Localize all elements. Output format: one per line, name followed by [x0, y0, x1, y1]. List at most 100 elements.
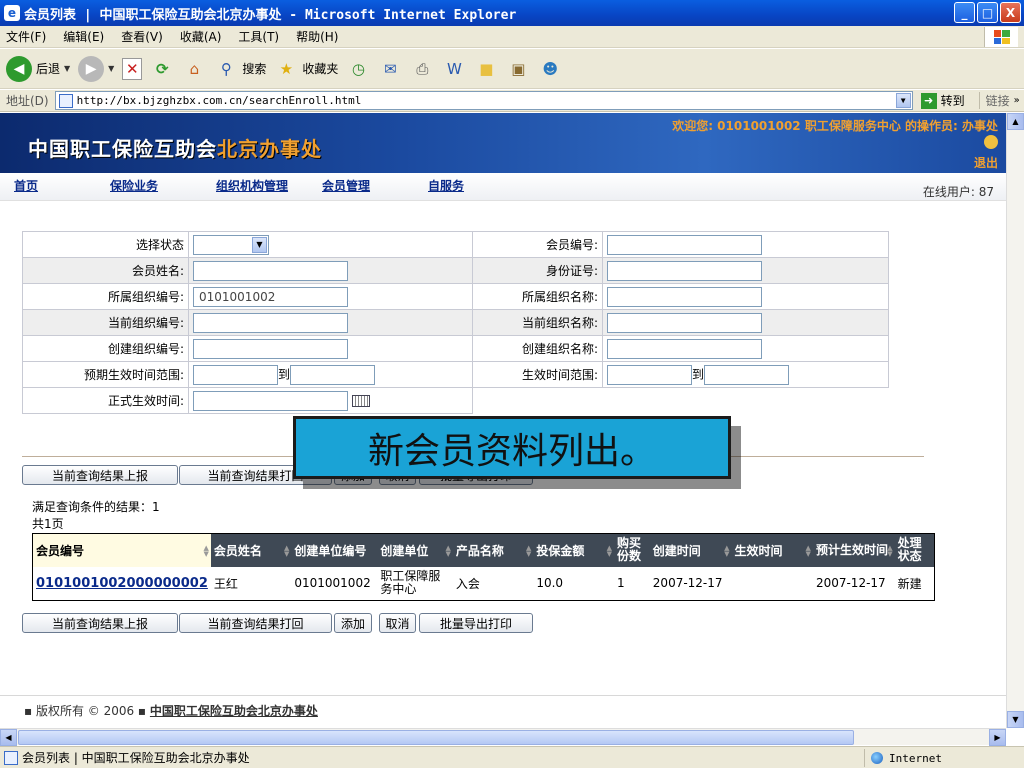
go-arrow-icon: ➜ — [920, 92, 937, 109]
report-button-top[interactable]: 当前查询结果上报 — [22, 465, 178, 485]
report-button[interactable]: 当前查询结果上报 — [22, 613, 178, 633]
edit-icon[interactable]: W — [442, 57, 466, 81]
member-no-input[interactable] — [607, 234, 762, 255]
footer-org-link[interactable]: 中国职工保险互助会北京办事处 — [150, 704, 318, 718]
refresh-icon[interactable]: ⟳ — [150, 57, 174, 81]
note-icon[interactable]: ■ — [474, 57, 498, 81]
cur-org-no-input[interactable] — [193, 312, 348, 333]
menu-tools[interactable]: 工具(T) — [238, 28, 279, 45]
go-button[interactable]: ➜ 转到 — [920, 92, 965, 109]
cur-org-name-input[interactable] — [607, 312, 762, 333]
scroll-left-icon[interactable]: ◀ — [0, 729, 17, 746]
logout-link[interactable]: 退出 — [974, 135, 998, 171]
messenger-icon[interactable]: ☻ — [538, 57, 562, 81]
scroll-up-icon[interactable]: ▲ — [1007, 113, 1024, 130]
col-create-unit[interactable]: 创建单位 ▲ ▼ — [377, 533, 453, 567]
minimize-button[interactable]: _ — [954, 2, 975, 23]
col-amount[interactable]: 投保金额 ▲ ▼ — [533, 533, 614, 567]
chevron-down-icon[interactable]: ▼ — [895, 93, 911, 108]
member-name-label: 会员姓名: — [22, 257, 189, 284]
add-button[interactable]: 添加 — [334, 613, 372, 633]
print-icon[interactable]: ⎙ — [410, 57, 434, 81]
scroll-thumb[interactable] — [18, 730, 854, 745]
menu-file[interactable]: 文件(F) — [6, 28, 46, 45]
col-create-time[interactable]: 创建时间 ▲ ▼ — [649, 533, 732, 567]
address-input[interactable]: http://bx.bjzghzbx.com.cn/searchEnroll.h… — [54, 91, 913, 110]
close-button[interactable]: X — [1000, 2, 1021, 23]
nav-member-management[interactable]: 会员管理 — [322, 177, 370, 194]
back-button[interactable]: ◀ 后退 ▼ — [6, 55, 70, 82]
maximize-button[interactable]: □ — [977, 2, 998, 23]
menu-favorites[interactable]: 收藏(A) — [180, 28, 222, 45]
chevron-down-icon[interactable]: ▼ — [108, 64, 114, 73]
chevron-down-icon: ▼ — [252, 236, 267, 253]
create-org-no-input[interactable] — [193, 338, 348, 359]
org-name-input[interactable] — [607, 286, 762, 307]
expect-from-input[interactable] — [193, 364, 278, 385]
col-product-name[interactable]: 产品名称 ▲ ▼ — [452, 533, 534, 567]
scroll-right-icon[interactable]: ▶ — [989, 729, 1006, 746]
effect-to-input[interactable] — [704, 364, 790, 385]
col-label: 会员编号 — [36, 543, 85, 558]
table-row[interactable]: 0101001002000000002 王红 0101001002 职工保障服务… — [33, 567, 935, 601]
menu-view[interactable]: 查看(V) — [121, 28, 163, 45]
cancel-button[interactable]: 取消 — [379, 613, 416, 633]
status-select[interactable]: ▼ — [193, 234, 269, 255]
nav-self-service[interactable]: 自服务 — [428, 177, 464, 194]
mail-icon[interactable]: ✉ — [378, 57, 402, 81]
cell-create-time: 2007-12-17 — [652, 576, 723, 591]
formal-time-input[interactable] — [193, 390, 348, 411]
page-icon — [58, 93, 73, 108]
table-header-row: 会员编号 ▲ ▼ 会员姓名 ▲ ▼ 创建单位编号 创建单位 ▲ ▼ 产品名称 ▲ ▼ 投保金额 ▲… — [32, 533, 935, 567]
stop-icon[interactable]: ✕ — [122, 57, 143, 80]
col-status[interactable]: 处理状态 — [894, 533, 935, 567]
vertical-scrollbar[interactable]: ▲ ▼ — [1006, 113, 1024, 728]
window-title: 会员列表 | 中国职工保险互助会北京办事处 - Microsoft Intern… — [24, 7, 517, 23]
main-nav: 首页 保险业务 组织机构管理 会员管理 自服务 在线用户: 87 — [0, 173, 1006, 201]
menu-help[interactable]: 帮助(H) — [296, 28, 338, 45]
forward-arrow-icon: ▶ — [78, 55, 105, 82]
logout-label: 退出 — [973, 156, 998, 170]
id-card-input[interactable] — [607, 260, 762, 281]
calendar-icon[interactable] — [352, 394, 370, 407]
nav-org-management[interactable]: 组织机构管理 — [216, 177, 288, 194]
forward-button[interactable]: ▶ ▼ — [78, 55, 114, 82]
cell-quantity: 1 — [616, 576, 625, 591]
col-member-name[interactable]: 会员姓名 ▲ ▼ — [210, 533, 292, 567]
back-label: 后退 — [36, 62, 61, 76]
create-org-no-label: 创建组织编号: — [22, 335, 189, 362]
col-create-unit-no[interactable]: 创建单位编号 — [291, 533, 378, 567]
nav-insurance[interactable]: 保险业务 — [110, 177, 158, 194]
col-member-no[interactable]: 会员编号 ▲ ▼ — [32, 533, 211, 567]
cur-org-no-label: 当前组织编号: — [22, 309, 189, 336]
scroll-down-icon[interactable]: ▼ — [1007, 711, 1024, 728]
col-effect-time[interactable]: 生效时间 ▲ ▼ — [731, 533, 813, 567]
search-icon: ⚲ — [220, 59, 232, 78]
cell-create-unit: 职工保障服务中心 — [380, 569, 441, 597]
expect-to-input[interactable] — [290, 364, 376, 385]
user-icon — [984, 135, 998, 149]
nav-home[interactable]: 首页 — [14, 177, 38, 194]
search-label: 搜索 — [242, 62, 267, 76]
member-name-input[interactable] — [193, 260, 348, 281]
favorites-button[interactable]: ★ 收藏夹 — [274, 57, 339, 81]
history-icon[interactable]: ◷ — [346, 57, 370, 81]
links-button[interactable]: 链接 — [978, 92, 1010, 109]
chevron-right-icon[interactable]: » — [1014, 95, 1020, 106]
search-button[interactable]: ⚲ 搜索 — [214, 57, 267, 81]
research-icon[interactable]: ▣ — [506, 57, 530, 81]
batch-export-button[interactable]: 批量导出打印 — [419, 613, 533, 633]
create-org-name-input[interactable] — [607, 338, 762, 359]
sort-icon: ▲ ▼ — [887, 544, 893, 558]
effect-from-input[interactable] — [607, 364, 692, 385]
home-icon[interactable]: ⌂ — [182, 57, 206, 81]
menu-edit[interactable]: 编辑(E) — [63, 28, 104, 45]
horizontal-scrollbar[interactable]: ◀ ▶ — [0, 728, 1006, 746]
toolbar: ◀ 后退 ▼ ▶ ▼ ✕ ⟳ ⌂ ⚲ 搜索 ★ 收藏夹 ◷ ✉ ⎙ W ■ ▣ … — [0, 49, 1024, 89]
col-quantity[interactable]: 购买份数 — [613, 533, 650, 567]
return-button[interactable]: 当前查询结果打回 — [179, 613, 332, 633]
chevron-down-icon[interactable]: ▼ — [64, 64, 70, 73]
member-no-link[interactable]: 0101001002000000002 — [33, 567, 211, 601]
org-no-input[interactable]: 0101001002 — [193, 286, 348, 307]
col-expect-time[interactable]: 预计生效时间 ▲ ▼ — [812, 533, 895, 567]
